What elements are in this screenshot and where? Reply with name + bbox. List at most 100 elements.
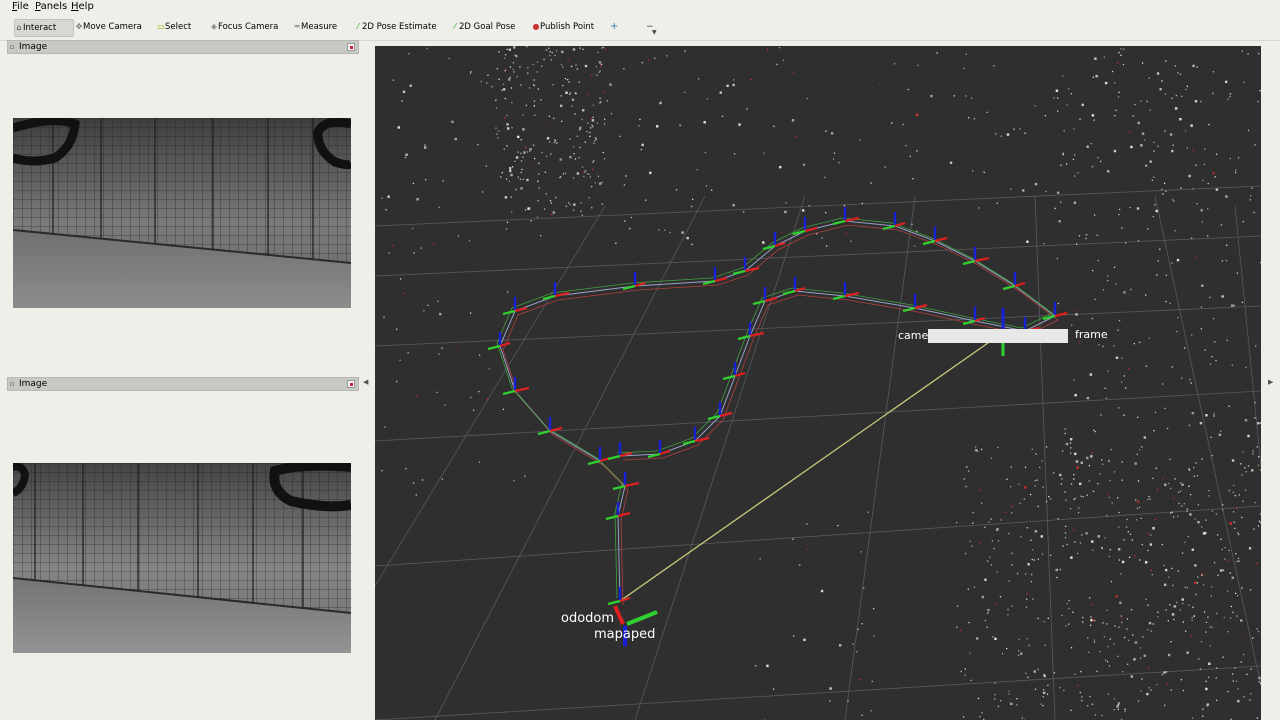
cloud-point bbox=[1148, 337, 1151, 339]
cloud-point bbox=[843, 204, 846, 207]
menu-help[interactable]: Help bbox=[71, 1, 94, 13]
cloud-point bbox=[1187, 535, 1189, 538]
cloud-point bbox=[1140, 144, 1143, 147]
add-tool-button[interactable]: + bbox=[610, 19, 618, 35]
cloud-point bbox=[396, 328, 398, 330]
cloud-point bbox=[579, 146, 581, 149]
cloud-point bbox=[1068, 88, 1070, 90]
cloud-point bbox=[1011, 512, 1013, 514]
cloud-point bbox=[1195, 462, 1197, 464]
cloud-point bbox=[559, 176, 562, 178]
collapse-right-arrow-icon[interactable]: ▶ bbox=[1268, 378, 1273, 386]
cloud-point bbox=[1145, 294, 1147, 296]
cloud-point bbox=[733, 79, 735, 81]
cloud-point bbox=[1041, 460, 1043, 462]
cloud-point bbox=[914, 245, 916, 247]
cloud-point bbox=[1181, 505, 1183, 507]
cloud-point bbox=[1008, 693, 1010, 695]
cloud-point bbox=[519, 178, 522, 180]
publish-point-tool-button[interactable]: ●Publish Point bbox=[532, 19, 595, 35]
cloud-point bbox=[1066, 104, 1068, 106]
cloud-point bbox=[424, 144, 426, 146]
cloud-point bbox=[1090, 616, 1092, 618]
cloud-point bbox=[1108, 665, 1111, 667]
collapse-icon[interactable]: ▫ bbox=[10, 41, 15, 53]
cloud-point bbox=[543, 58, 545, 61]
cloud-point bbox=[575, 64, 577, 66]
cloud-point bbox=[833, 152, 836, 154]
cloud-point bbox=[1244, 419, 1248, 422]
image-panel-1-header[interactable]: ▫ Image bbox=[7, 40, 359, 54]
cloud-point bbox=[1212, 171, 1215, 175]
cloud-point bbox=[1228, 559, 1230, 561]
cloud-point bbox=[574, 158, 577, 160]
image-panel-2-header[interactable]: ▫ Image bbox=[7, 377, 359, 391]
cloud-point bbox=[551, 51, 553, 54]
cloud-point bbox=[973, 586, 976, 588]
cloud-point bbox=[1183, 503, 1185, 505]
cloud-point bbox=[1203, 611, 1206, 613]
cloud-point bbox=[1247, 434, 1250, 438]
cloud-point bbox=[1069, 438, 1073, 441]
cloud-point bbox=[497, 137, 499, 139]
cloud-point bbox=[1215, 513, 1217, 515]
cloud-point bbox=[1120, 615, 1122, 617]
focus-camera-tool-button[interactable]: ◈Focus Camera bbox=[210, 19, 278, 35]
cloud-point bbox=[1114, 82, 1116, 84]
cloud-point bbox=[1184, 630, 1187, 632]
cloud-point bbox=[1170, 641, 1172, 643]
cloud-point bbox=[1242, 653, 1245, 656]
cloud-point bbox=[1210, 436, 1212, 439]
select-tool-button[interactable]: ▭Select bbox=[157, 19, 191, 35]
cloud-point bbox=[1150, 569, 1153, 571]
menu-file[interactable]: File bbox=[12, 1, 29, 13]
cloud-point bbox=[1107, 279, 1109, 282]
cloud-point bbox=[1159, 248, 1161, 250]
cloud-point bbox=[629, 227, 631, 230]
collapse-icon[interactable]: ▫ bbox=[10, 378, 15, 390]
cloud-point bbox=[1062, 154, 1064, 156]
3d-viewport[interactable]: ododom mapaped came frame bbox=[375, 46, 1261, 720]
cloud-point bbox=[1091, 452, 1093, 454]
cloud-point bbox=[1047, 684, 1049, 687]
cloud-point bbox=[1126, 628, 1128, 630]
cloud-point bbox=[1101, 459, 1103, 461]
cloud-point bbox=[1177, 570, 1180, 572]
cloud-point bbox=[1120, 48, 1122, 50]
cloud-point bbox=[967, 470, 970, 472]
cloud-point bbox=[1132, 634, 1134, 636]
cloud-point bbox=[669, 231, 671, 234]
3d-scene[interactable]: ododom mapaped came frame bbox=[375, 46, 1261, 720]
cloud-point bbox=[1229, 157, 1231, 160]
cloud-point bbox=[541, 151, 543, 154]
cloud-point bbox=[755, 665, 757, 667]
cloud-point bbox=[821, 237, 823, 239]
cloud-point bbox=[1172, 584, 1174, 587]
cloud-point bbox=[711, 189, 713, 191]
cloud-point bbox=[639, 118, 641, 121]
menu-panels[interactable]: Panels bbox=[35, 1, 67, 13]
close-panel-icon[interactable] bbox=[347, 380, 355, 388]
cloud-point bbox=[510, 196, 512, 198]
cloud-point bbox=[1088, 464, 1091, 467]
goal-pose-tool-button[interactable]: ⁄ 2D Goal Pose bbox=[451, 19, 515, 35]
move-camera-tool-button[interactable]: ✥Move Camera bbox=[75, 19, 142, 35]
measure-tool-button[interactable]: ═ Measure bbox=[293, 19, 338, 35]
cloud-point bbox=[732, 204, 735, 207]
collapse-left-arrow-icon[interactable]: ◀ bbox=[363, 378, 368, 386]
close-panel-icon[interactable] bbox=[347, 43, 355, 51]
cloud-point bbox=[1254, 417, 1256, 419]
cloud-point bbox=[1213, 413, 1215, 415]
cloud-point bbox=[1188, 424, 1191, 426]
cloud-point bbox=[1214, 176, 1216, 178]
cloud-point bbox=[1098, 344, 1100, 346]
cloud-point bbox=[522, 156, 524, 158]
pose-estimate-tool-button[interactable]: ⁄ 2D Pose Estimate bbox=[354, 19, 436, 35]
cloud-point bbox=[1072, 611, 1074, 613]
cloud-point bbox=[1217, 574, 1219, 576]
tool-dropdown-arrow-icon[interactable]: ▼ bbox=[652, 25, 657, 41]
cloud-point bbox=[598, 61, 602, 64]
cloud-point bbox=[552, 83, 554, 86]
cloud-point bbox=[1031, 573, 1033, 576]
interact-tool-button[interactable]: ⌂Interact bbox=[14, 19, 74, 37]
